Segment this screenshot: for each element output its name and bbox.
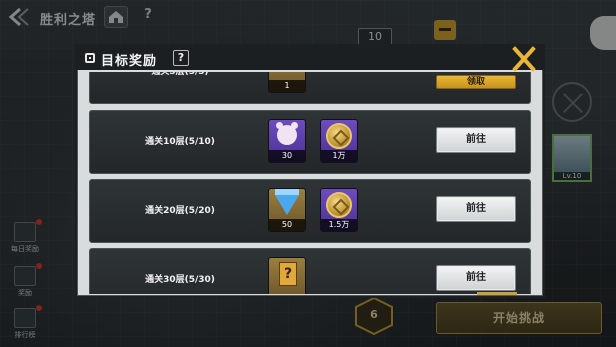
- reward-item[interactable]: 50: [268, 188, 306, 232]
- target-icon: [85, 53, 95, 63]
- coin-icon: [326, 123, 352, 149]
- row-label: 通关20层(5/20): [145, 206, 215, 216]
- bear-shard-icon: [276, 122, 298, 145]
- row-label: 通关10层(5/10): [145, 137, 215, 147]
- item-quantity: 1.5万: [321, 219, 357, 231]
- reward-item[interactable]: 1: [268, 72, 306, 93]
- reward-row: 通关10层(5/10) 30 1万 前往: [89, 110, 531, 174]
- row-label: 通关5层(5/5): [151, 72, 209, 77]
- row-label: 通关30层(5/30): [145, 275, 215, 285]
- reward-row: 通关30层(5/30) ? 前往: [89, 248, 531, 294]
- crystal-icon: [275, 189, 299, 215]
- reward-item[interactable]: 1万: [320, 119, 358, 163]
- reward-item[interactable]: ?: [268, 257, 306, 294]
- target-rewards-modal: 目标奖励 ? 通关5层(5/5) 1 领取 通关10层(5/10) 30 1万 …: [75, 44, 545, 298]
- mystery-box-icon: ?: [279, 262, 297, 286]
- reward-item[interactable]: 30: [268, 119, 306, 163]
- modal-title: 目标奖励: [101, 54, 158, 69]
- scroll-indicator: [477, 292, 517, 295]
- close-icon[interactable]: [509, 46, 539, 72]
- goto-button[interactable]: 前往: [436, 265, 516, 291]
- coin-icon: [326, 192, 352, 218]
- claim-button[interactable]: 领取: [436, 75, 516, 89]
- reward-list[interactable]: 通关5层(5/5) 1 领取 通关10层(5/10) 30 1万 前往 通关20…: [89, 72, 531, 294]
- goto-button[interactable]: 前往: [436, 196, 516, 222]
- item-quantity: 30: [269, 150, 305, 162]
- modal-header: 目标奖励 ?: [77, 46, 543, 72]
- reward-item[interactable]: 1.5万: [320, 188, 358, 232]
- item-quantity: 1: [269, 80, 305, 92]
- item-quantity: 1万: [321, 150, 357, 162]
- reward-row: 通关20层(5/20) 50 1.5万 前往: [89, 179, 531, 243]
- reward-row: 通关5层(5/5) 1 领取: [89, 72, 531, 104]
- item-quantity: 50: [269, 219, 305, 231]
- goto-button[interactable]: 前往: [436, 127, 516, 153]
- modal-help-button[interactable]: ?: [173, 50, 189, 66]
